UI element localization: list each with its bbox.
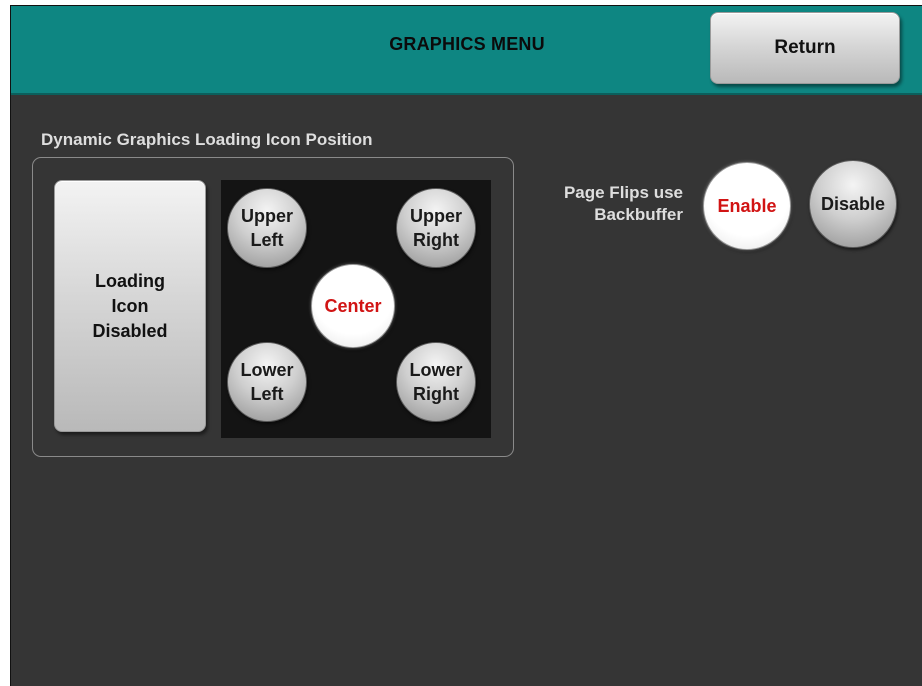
loading-icon-position-label: Dynamic Graphics Loading Icon Position [41, 130, 373, 149]
return-button[interactable]: Return [710, 12, 900, 84]
disable-button[interactable]: Disable [809, 160, 897, 248]
graphics-menu-screen: GRAPHICS MENU Return Dynamic Graphics Lo… [10, 5, 922, 686]
lower-left-button[interactable]: Lower Left [227, 342, 307, 422]
page-title: GRAPHICS MENU [389, 34, 545, 54]
page-flips-label: Page Flips use Backbuffer [563, 183, 683, 224]
upper-right-button[interactable]: Upper Right [396, 188, 476, 268]
lower-right-button[interactable]: Lower Right [396, 342, 476, 422]
header-bar: GRAPHICS MENU Return [11, 6, 922, 95]
enable-button[interactable]: Enable [703, 162, 791, 250]
center-button[interactable]: Center [311, 264, 395, 348]
loading-icon-disabled-button[interactable]: Loading Icon Disabled [54, 180, 206, 432]
upper-left-button[interactable]: Upper Left [227, 188, 307, 268]
